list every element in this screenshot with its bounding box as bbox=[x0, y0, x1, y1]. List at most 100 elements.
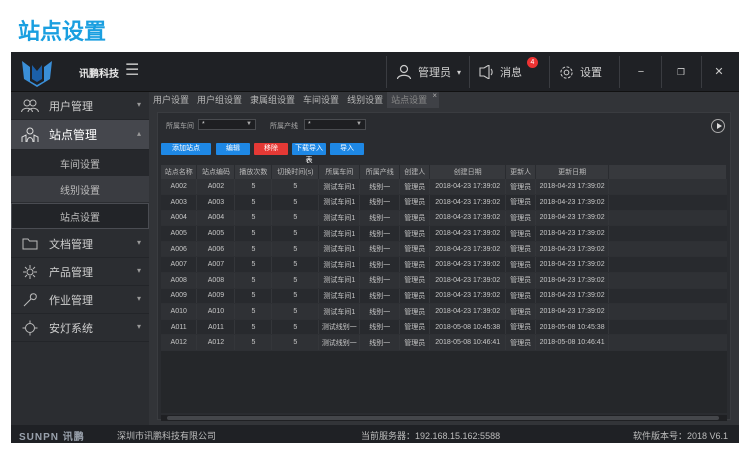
import-button[interactable]: 导入 bbox=[330, 143, 364, 155]
table-row[interactable]: A004 A004 5 5 测试车间1 线别一 管理员 2018-04-23 17:39:02… bbox=[161, 210, 727, 227]
table-cell: A010 bbox=[161, 303, 198, 320]
column-header[interactable]: 创建人 bbox=[399, 165, 431, 179]
column-header[interactable]: 创建日期 bbox=[429, 165, 507, 179]
table-cell: A006 bbox=[161, 241, 198, 258]
column-header[interactable]: 所属产线 bbox=[359, 165, 401, 179]
line-select[interactable]: * ▼ bbox=[304, 119, 366, 130]
scrollbar-thumb[interactable] bbox=[167, 416, 719, 420]
table-cell: 测试车间1 bbox=[318, 272, 361, 289]
edit-button[interactable]: 编辑 bbox=[216, 143, 250, 155]
table-cell: 5 bbox=[271, 179, 320, 196]
message-icon bbox=[478, 65, 494, 79]
settings-button[interactable]: 设置 bbox=[559, 52, 602, 92]
table-row[interactable]: A003 A003 5 5 测试车间1 线别一 管理员 2018-04-23 17:39:02… bbox=[161, 194, 727, 211]
table-row[interactable]: A009 A009 5 5 测试车间1 线别一 管理员 2018-04-23 17:39:02… bbox=[161, 288, 727, 305]
table-cell: 管理员 bbox=[505, 179, 537, 196]
table-cell: 5 bbox=[271, 210, 320, 227]
table-cell: 5 bbox=[271, 194, 320, 211]
users-icon bbox=[21, 98, 39, 114]
play-icon[interactable] bbox=[711, 119, 725, 133]
folder-icon bbox=[21, 236, 39, 252]
close-icon[interactable]: ✕ bbox=[701, 52, 737, 92]
toolbar-divider bbox=[549, 56, 550, 88]
table-cell: 2018-05-08 10:45:38 bbox=[429, 319, 507, 336]
content-area: 用户设置 用户组设置 隶属组设置 车间设置 线别设置 站点设置 × 所属车间 *… bbox=[149, 91, 739, 425]
tab-site-settings[interactable]: 站点设置 × bbox=[387, 91, 440, 108]
table-cell: 5 bbox=[234, 210, 273, 227]
table-row[interactable]: A007 A007 5 5 测试车间1 线别一 管理员 2018-04-23 17:39:02… bbox=[161, 256, 727, 274]
chevron-down-icon: ▾ bbox=[136, 322, 141, 331]
column-header[interactable]: 播放次数 bbox=[234, 165, 273, 179]
tab-user-settings[interactable]: 用户设置 bbox=[149, 92, 193, 108]
chevron-down-icon: ▾ bbox=[136, 266, 141, 275]
minimize-icon[interactable]: − bbox=[623, 52, 659, 92]
table-cell: A012 bbox=[161, 334, 198, 352]
brand-name: 讯鹏科技 bbox=[79, 69, 119, 80]
tab-usergroup-settings[interactable]: 用户组设置 bbox=[193, 92, 246, 108]
table-cell: 5 bbox=[234, 288, 273, 305]
chevron-down-icon: ▼ bbox=[356, 121, 362, 127]
sidebar-item-sites[interactable]: 站点管理 ▴ bbox=[11, 120, 149, 150]
table-cell: 管理员 bbox=[399, 256, 431, 274]
sidebar-item-documents[interactable]: 文档管理 ▾ bbox=[11, 230, 149, 258]
table-cell: 管理员 bbox=[399, 334, 431, 352]
table-cell: 管理员 bbox=[505, 303, 537, 320]
sidebar-item-users[interactable]: 用户管理 ▾ bbox=[11, 92, 149, 120]
column-header[interactable]: 更新人 bbox=[505, 165, 537, 179]
sidebar-subitem-site[interactable]: 站点设置 bbox=[11, 203, 149, 229]
table-cell: 线别一 bbox=[359, 334, 401, 352]
chevron-down-icon: ▼ bbox=[246, 121, 252, 127]
restore-icon[interactable]: ❐ bbox=[663, 52, 699, 92]
table-row[interactable]: A011 A011 5 5 测试线别一 线别一 管理员 2018-05-08 10:45:38… bbox=[161, 319, 727, 336]
user-name: 管理员 bbox=[418, 67, 451, 79]
table-cell: 测试车间1 bbox=[318, 179, 361, 196]
sidebar-item-label: 安灯系统 bbox=[49, 322, 93, 335]
table-cell: 2018-04-23 17:39:02 bbox=[429, 288, 507, 305]
table-row[interactable]: A012 A012 5 5 测试线别一 线别一 管理员 2018-05-08 10:46:41… bbox=[161, 334, 727, 352]
horizontal-scrollbar[interactable] bbox=[161, 415, 727, 421]
table-cell: A005 bbox=[161, 225, 198, 242]
sidebar-item-label: 站点管理 bbox=[49, 128, 98, 142]
table-cell: 2018-04-23 17:39:02 bbox=[535, 241, 610, 258]
download-import-template-button[interactable]: 下载导入表 bbox=[292, 143, 326, 164]
table-row[interactable]: A005 A005 5 5 测试车间1 线别一 管理员 2018-04-23 17:39:02… bbox=[161, 225, 727, 242]
user-menu[interactable]: 管理员 ▾ bbox=[396, 52, 461, 92]
sidebar-item-label: 产品管理 bbox=[49, 266, 93, 279]
sidebar-subitem-line[interactable]: 线别设置 bbox=[11, 176, 149, 202]
table-row[interactable]: A006 A006 5 5 测试车间1 线别一 管理员 2018-04-23 17:39:02… bbox=[161, 241, 727, 258]
table-cell: 管理员 bbox=[505, 241, 537, 258]
tab-close-icon[interactable]: × bbox=[432, 88, 437, 104]
sidebar-item-andon[interactable]: 安灯系统 ▾ bbox=[11, 314, 149, 342]
sidebar-item-jobs[interactable]: 作业管理 ▾ bbox=[11, 286, 149, 314]
table-cell: A002 bbox=[161, 179, 198, 196]
toolbar-divider bbox=[386, 56, 387, 88]
table-cell: 测试车间1 bbox=[318, 194, 361, 211]
table-cell: A003 bbox=[196, 194, 236, 211]
column-header[interactable]: 切换时间(s) bbox=[271, 165, 320, 179]
table-cell: 管理员 bbox=[399, 272, 431, 289]
column-header[interactable]: 所属车间 bbox=[318, 165, 361, 179]
table-row[interactable]: A002 A002 5 5 测试车间1 线别一 管理员 2018-04-23 17:39:02… bbox=[161, 179, 727, 196]
add-site-button[interactable]: 添加站点 bbox=[161, 143, 211, 155]
messages-button[interactable]: 消息 bbox=[478, 52, 522, 92]
sidebar-item-products[interactable]: 产品管理 ▾ bbox=[11, 258, 149, 286]
menu-icon[interactable]: ☰ bbox=[125, 61, 141, 81]
column-header[interactable]: 站点编码 bbox=[196, 165, 236, 179]
table-cell: 管理员 bbox=[505, 194, 537, 211]
column-header[interactable]: 更新日期 bbox=[535, 165, 610, 179]
column-header[interactable]: 站点名称 bbox=[161, 165, 198, 179]
table-cell: 管理员 bbox=[399, 210, 431, 227]
settings-label: 设置 bbox=[580, 67, 602, 79]
tab-line-settings[interactable]: 线别设置 bbox=[343, 92, 387, 108]
table-cell: 5 bbox=[271, 225, 320, 242]
tab-workshop-settings[interactable]: 车间设置 bbox=[299, 92, 343, 108]
sidebar-subitem-workshop[interactable]: 车间设置 bbox=[11, 150, 149, 176]
table-cell: A008 bbox=[161, 272, 198, 289]
table-row[interactable]: A010 A010 5 5 测试车间1 线别一 管理员 2018-04-23 17:39:02… bbox=[161, 303, 727, 320]
workshop-select[interactable]: * ▼ bbox=[198, 119, 256, 130]
delete-button[interactable]: 移除 bbox=[254, 143, 288, 155]
table-row[interactable]: A008 A008 5 5 测试车间1 线别一 管理员 2018-04-23 17:39:02… bbox=[161, 272, 727, 289]
tab-membership-settings[interactable]: 隶属组设置 bbox=[246, 92, 299, 108]
table-cell: 线别一 bbox=[359, 256, 401, 274]
table-cell: 2018-04-23 17:39:02 bbox=[429, 256, 507, 274]
